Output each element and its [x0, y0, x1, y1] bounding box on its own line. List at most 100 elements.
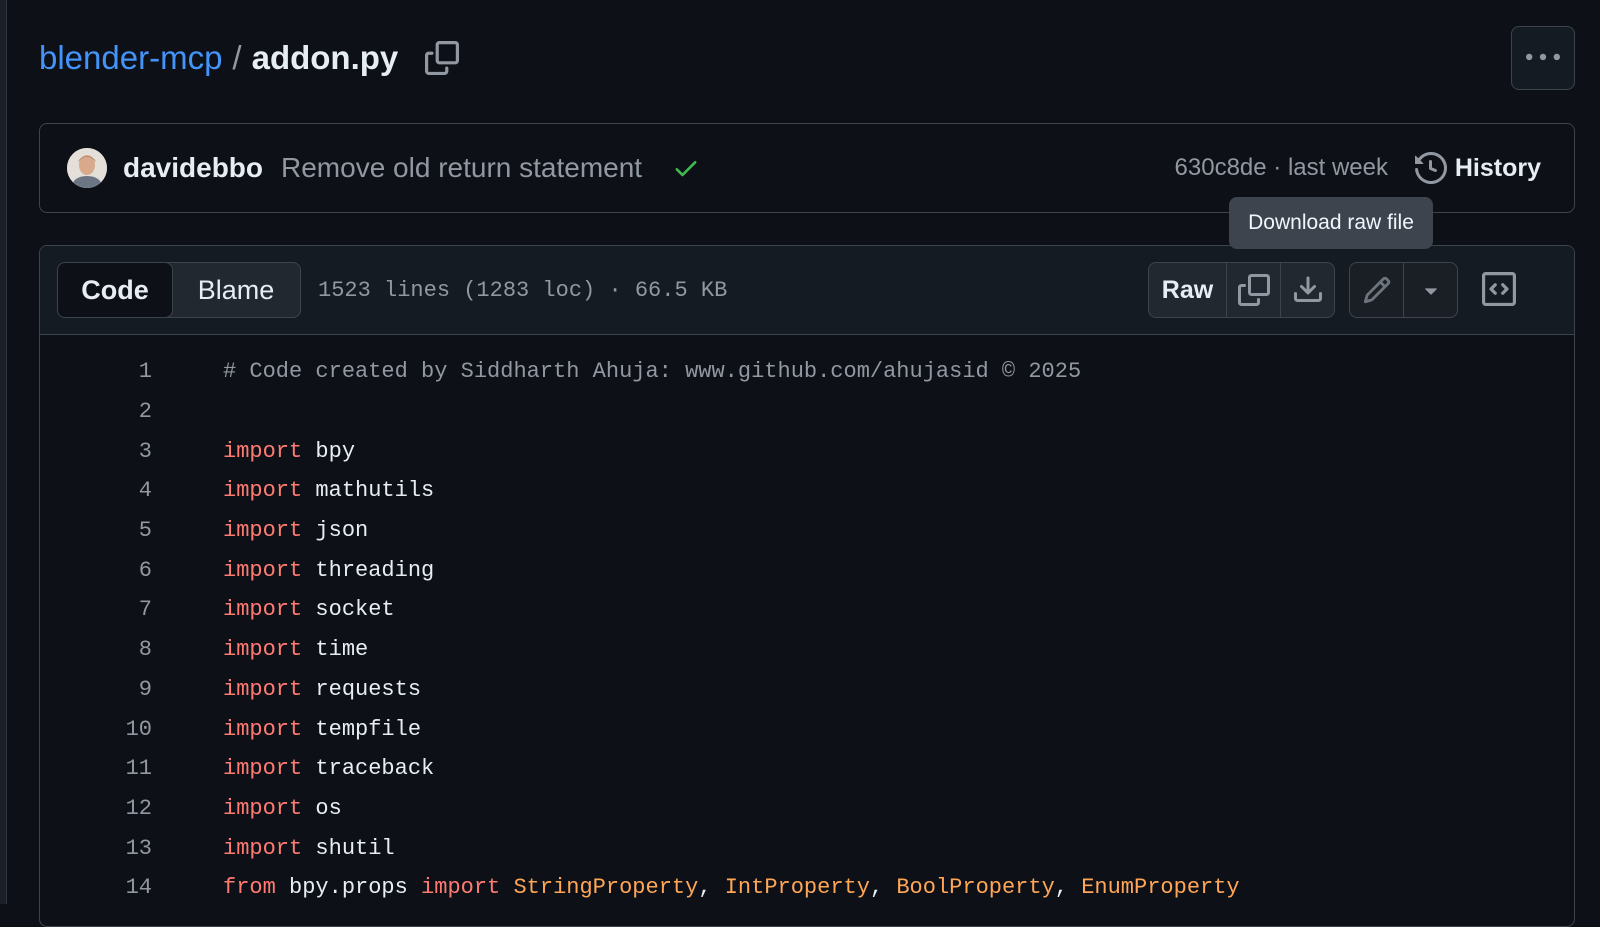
copy-icon [425, 41, 459, 75]
code-token: import [421, 875, 500, 900]
line-content: import os [223, 796, 342, 821]
symbols-panel-button[interactable] [1472, 262, 1526, 316]
line-content: import requests [223, 677, 421, 702]
history-label: History [1455, 154, 1541, 183]
line-number[interactable]: 8 [40, 637, 152, 662]
line-number[interactable]: 3 [40, 439, 152, 464]
code-token: , [698, 875, 724, 900]
commit-sha-and-date[interactable]: 630c8de · last week [1175, 154, 1388, 182]
file-stats: 1523 lines (1283 loc) · 66.5 KB [318, 278, 727, 303]
kebab-horizontal-icon [1526, 41, 1560, 75]
download-icon [1292, 274, 1324, 306]
line-number[interactable]: 11 [40, 756, 152, 781]
line-content: import tempfile [223, 717, 421, 742]
tab-blame[interactable]: Blame [172, 263, 300, 317]
line-content: import bpy [223, 439, 355, 464]
line-content: import json [223, 518, 368, 543]
code-token: threading [302, 558, 434, 583]
line-content: import mathutils [223, 478, 434, 503]
file-toolbar: Code Blame 1523 lines (1283 loc) · 66.5 … [40, 246, 1574, 335]
code-line: 2 [40, 392, 1574, 432]
line-content: import socket [223, 597, 395, 622]
line-number[interactable]: 7 [40, 597, 152, 622]
code-token: mathutils [302, 478, 434, 503]
code-token: StringProperty [513, 875, 698, 900]
code-line: 1 # Code created by Siddharth Ahuja: www.… [40, 352, 1574, 392]
code-token: import [223, 478, 302, 503]
more-options-button[interactable] [1511, 26, 1575, 90]
download-raw-button[interactable] [1280, 263, 1334, 317]
code-token: import [223, 796, 302, 821]
line-content: from bpy.props import StringProperty, In… [223, 875, 1240, 900]
code-token: import [223, 439, 302, 464]
breadcrumb-file-name: addon.py [252, 39, 399, 77]
commit-author-link[interactable]: davidebbo [123, 152, 263, 184]
history-button[interactable]: History [1415, 152, 1541, 184]
code-token: IntProperty [725, 875, 870, 900]
left-rail [0, 0, 7, 904]
line-content: import time [223, 637, 368, 662]
breadcrumb-repo-link[interactable]: blender-mcp [39, 39, 222, 77]
line-content: import shutil [223, 836, 395, 861]
code-token: requests [302, 677, 421, 702]
copy-raw-button[interactable] [1226, 263, 1280, 317]
view-switcher: Code Blame [57, 262, 301, 318]
code-token: import [223, 558, 302, 583]
code-token: , [1055, 875, 1081, 900]
line-number[interactable]: 1 [40, 359, 152, 384]
file-view: blender-mcp / addon.py davidebbo Remove [39, 0, 1575, 904]
pencil-icon [1362, 275, 1392, 305]
commit-message-link[interactable]: Remove old return statement [281, 152, 642, 184]
code-token: os [302, 796, 342, 821]
raw-button-group: Raw [1148, 262, 1335, 318]
code-line: 14 from bpy.props import StringProperty, … [40, 868, 1574, 908]
code-token: import [223, 637, 302, 662]
line-number[interactable]: 13 [40, 836, 152, 861]
line-content: import traceback [223, 756, 434, 781]
line-content: # Code created by Siddharth Ahuja: www.g… [223, 359, 1081, 384]
raw-button[interactable]: Raw [1149, 263, 1226, 317]
code-viewer[interactable]: 1 # Code created by Siddharth Ahuja: www.… [40, 335, 1574, 908]
edit-dropdown-button[interactable] [1403, 263, 1457, 317]
code-square-icon [1482, 272, 1516, 306]
download-tooltip: Download raw file [1229, 197, 1433, 249]
code-line: 8 import time [40, 630, 1574, 670]
edit-file-button[interactable] [1350, 263, 1403, 317]
line-number[interactable]: 14 [40, 875, 152, 900]
check-icon[interactable] [672, 154, 700, 182]
line-number[interactable]: 5 [40, 518, 152, 543]
code-line: 12 import os [40, 789, 1574, 829]
code-token: json [302, 518, 368, 543]
history-icon [1415, 152, 1447, 184]
code-token: tempfile [302, 717, 421, 742]
line-number[interactable]: 4 [40, 478, 152, 503]
line-number[interactable]: 12 [40, 796, 152, 821]
code-token: BoolProperty [896, 875, 1054, 900]
code-line: 11 import traceback [40, 749, 1574, 789]
code-line: 13 import shutil [40, 828, 1574, 868]
code-token: import [223, 518, 302, 543]
code-token: import [223, 717, 302, 742]
avatar-image [67, 148, 107, 188]
code-token: bpy.props [276, 875, 421, 900]
code-token: import [223, 597, 302, 622]
line-number[interactable]: 6 [40, 558, 152, 583]
avatar[interactable] [67, 148, 107, 188]
code-line: 3 import bpy [40, 431, 1574, 471]
code-line: 5 import json [40, 511, 1574, 551]
code-token [500, 875, 513, 900]
code-line: 10 import tempfile [40, 709, 1574, 749]
code-line: 9 import requests [40, 670, 1574, 710]
file-content-box: Code Blame 1523 lines (1283 loc) · 66.5 … [39, 245, 1575, 927]
line-number[interactable]: 10 [40, 717, 152, 742]
line-number[interactable]: 9 [40, 677, 152, 702]
line-number[interactable]: 2 [40, 399, 152, 424]
breadcrumb-separator: / [232, 39, 241, 77]
code-token: time [302, 637, 368, 662]
code-line: 7 import socket [40, 590, 1574, 630]
code-line: 6 import threading [40, 550, 1574, 590]
tab-code[interactable]: Code [57, 262, 173, 318]
copy-path-button[interactable] [424, 40, 460, 76]
code-token: bpy [302, 439, 355, 464]
code-token: import [223, 836, 302, 861]
